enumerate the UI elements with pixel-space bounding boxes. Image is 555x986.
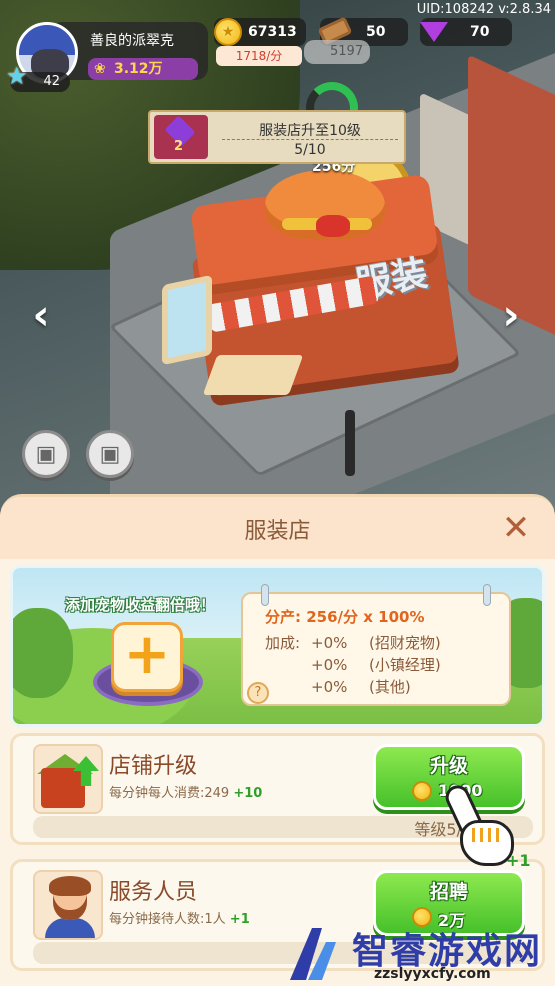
level-value: 42 — [43, 74, 60, 89]
star-icon: ★ — [6, 62, 28, 90]
coin-value: 67313 — [248, 24, 297, 40]
coin-counter[interactable]: ★ 67313 — [214, 18, 306, 46]
upgrade-title: 店铺升级 — [109, 754, 198, 779]
gem-icon — [420, 22, 448, 42]
staff-title: 服务人员 — [109, 880, 198, 905]
pet-hint: 添加宠物收益翻倍哦！ — [65, 596, 216, 614]
pointer-hand-icon — [441, 781, 516, 874]
bonus-source: (其他) — [369, 678, 411, 696]
pet-income-badge: ❀ 3.12万 — [88, 58, 198, 80]
quest-progress: 5/10 — [294, 142, 326, 158]
staff-subtitle-text: 每分钟接待人数:1人 — [109, 912, 226, 927]
output-stats-card: 分产: 256/分 x 100% 加成: +0% (招财宠物) +0% (小镇经理) … — [241, 584, 511, 706]
bonus-source: (招财宠物) — [369, 634, 441, 652]
quest-banner[interactable]: 2 服装店升至10级 5/10 — [148, 110, 406, 164]
quest-reward-count: 2 — [174, 139, 184, 154]
bonus-row: +0% (其他) — [265, 676, 411, 697]
mirror-prop — [162, 274, 212, 366]
next-shop-arrow[interactable]: › — [496, 294, 526, 336]
pet-income-value: 3.12万 — [114, 61, 163, 77]
player-name: 善良的派翠克 — [90, 33, 174, 49]
upgrade-subtitle: 每分钟每人消费:249 +10 — [109, 782, 262, 801]
quest-title: 服装店升至10级 — [259, 123, 361, 139]
house-icon — [41, 768, 85, 808]
shop-upgrade-icon — [33, 744, 103, 814]
bonus-source: (小镇经理) — [369, 656, 441, 674]
bonus-row: 加成: +0% (招财宠物) — [265, 632, 441, 653]
camera-icon[interactable]: ▣ — [86, 430, 134, 478]
staff-subtitle: 每分钟接待人数:1人 +1 — [109, 908, 250, 927]
upgrade-button-label: 升级 — [429, 755, 468, 777]
tree-decoration — [13, 608, 73, 698]
person-body — [45, 918, 95, 938]
bonus-row: +0% (小镇经理) — [265, 654, 441, 675]
shop-panel: 服装店 ✕ 添加宠物收益翻倍哦！ + 分产: 256/分 x 100% 加成: +… — [0, 494, 555, 986]
panel-title: 服装店 — [244, 519, 311, 544]
bonus-value: +0% — [311, 678, 348, 696]
staff-increment: +1 — [229, 912, 250, 927]
level-badge: ★ 42 — [6, 64, 70, 92]
output-rate: 分产: 256/分 x 100% — [265, 608, 425, 626]
watermark-url: zzslyyxcfy.com — [374, 966, 491, 982]
street-lamp — [345, 410, 355, 476]
staff-icon — [33, 870, 103, 940]
coin-rate: 1718/分 — [216, 46, 302, 66]
watermark: 智睿游戏网 zzslyyxcfy.com — [282, 922, 554, 986]
player-card[interactable]: 善良的派翠克 ❀ 3.12万 ★ 42 — [6, 20, 208, 92]
earn-value: 5197 — [330, 44, 364, 59]
bonus-value: +0% — [311, 634, 348, 652]
wood-value: 50 — [366, 24, 386, 40]
divider — [222, 139, 398, 140]
pin-icon — [261, 584, 269, 606]
add-pet-button[interactable]: + — [111, 622, 183, 692]
coin-icon: ★ — [214, 18, 242, 46]
person-hair — [49, 876, 91, 896]
pin-icon — [483, 584, 491, 606]
table-prop — [202, 355, 304, 395]
bow-decoration — [316, 215, 350, 237]
prev-shop-arrow[interactable]: ‹ — [26, 294, 56, 336]
hand-lines — [472, 828, 502, 842]
quest-reward: 2 — [154, 115, 208, 159]
close-button[interactable]: ✕ — [499, 511, 533, 547]
hand-palm — [460, 820, 514, 866]
camera-icon[interactable]: ▣ — [22, 430, 70, 478]
pet-area: 添加宠物收益翻倍哦！ + 分产: 256/分 x 100% 加成: +0% (招财宠… — [10, 565, 545, 727]
gem-value: 70 — [470, 24, 490, 40]
gem-counter[interactable]: 70 — [420, 18, 512, 46]
paw-icon: ❀ — [94, 61, 106, 77]
bonus-label: 加成: — [265, 634, 301, 652]
upgrade-subtitle-text: 每分钟每人消费:249 — [109, 786, 230, 801]
uid-version-label: UID:108242 v:2.8.34 — [416, 2, 551, 17]
recruit-button-label: 招聘 — [429, 881, 468, 903]
earn-bubble[interactable]: 5197 — [304, 40, 370, 64]
coin-icon — [412, 781, 432, 801]
help-icon[interactable]: ? — [247, 682, 269, 704]
bonus-value: +0% — [311, 656, 348, 674]
watermark-logo-icon — [290, 928, 336, 980]
upgrade-increment: +10 — [233, 786, 263, 801]
